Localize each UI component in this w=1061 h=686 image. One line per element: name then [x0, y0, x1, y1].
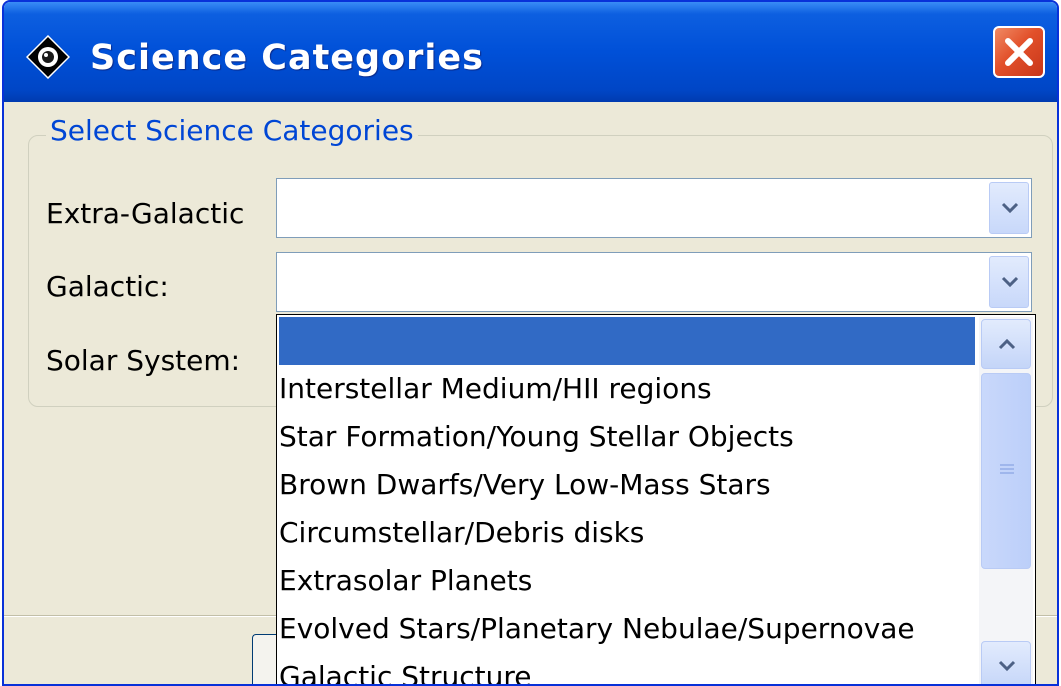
dialog-window: Science Categories Select Science Catego…: [2, 0, 1059, 686]
galactic-dropdown-button[interactable]: [989, 256, 1029, 308]
window-title: Science Categories: [90, 38, 484, 78]
chevron-down-icon: [998, 660, 1016, 672]
dropdown-option[interactable]: Extrasolar Planets: [279, 557, 975, 605]
title-bar[interactable]: Science Categories: [4, 2, 1057, 102]
chevron-down-icon: [1001, 202, 1019, 214]
scroll-down-button[interactable]: [981, 641, 1031, 684]
galactic-select[interactable]: [276, 252, 1032, 312]
dropdown-option[interactable]: Galactic Structure: [279, 653, 975, 684]
dropdown-option[interactable]: Circumstellar/Debris disks: [279, 509, 975, 557]
scroll-thumb[interactable]: [981, 373, 1031, 569]
galactic-label: Galactic:: [46, 270, 169, 303]
dropdown-option[interactable]: Star Formation/Young Stellar Objects: [279, 413, 975, 461]
extra-galactic-label: Extra-Galactic: [46, 197, 245, 230]
app-diamond-icon: [25, 34, 71, 80]
dropdown-option[interactable]: Interstellar Medium/HII regions: [279, 365, 975, 413]
close-icon: [1005, 38, 1033, 66]
chevron-up-icon: [998, 338, 1016, 350]
grip-icon: [1000, 464, 1014, 476]
close-button[interactable]: [993, 26, 1045, 78]
scroll-up-button[interactable]: [981, 319, 1031, 369]
group-title: Select Science Categories: [46, 114, 418, 147]
dropdown-option[interactable]: [279, 317, 975, 365]
extra-galactic-dropdown-button[interactable]: [989, 182, 1029, 234]
galactic-dropdown-list[interactable]: Interstellar Medium/HII regions Star For…: [276, 314, 1036, 684]
dropdown-scrollbar[interactable]: [979, 317, 1033, 684]
dropdown-option[interactable]: Evolved Stars/Planetary Nebulae/Supernov…: [279, 605, 975, 653]
solar-system-label: Solar System:: [46, 344, 241, 377]
dropdown-option[interactable]: Brown Dwarfs/Very Low-Mass Stars: [279, 461, 975, 509]
chevron-down-icon: [1001, 276, 1019, 288]
extra-galactic-select[interactable]: [276, 178, 1032, 238]
